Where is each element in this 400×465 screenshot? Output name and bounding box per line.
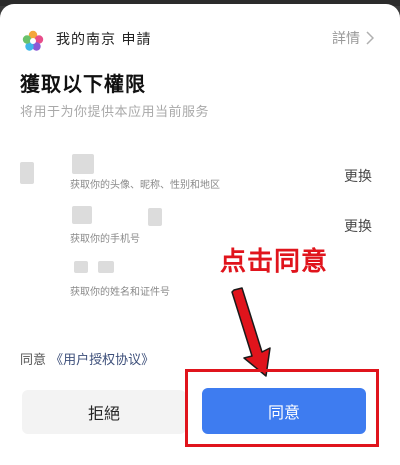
blurred-info xyxy=(74,261,88,273)
details-link[interactable]: 詳情 xyxy=(332,28,374,48)
app-logo-icon xyxy=(22,30,44,51)
app-name: 我的南京 申請 xyxy=(56,32,152,48)
permission-label: 获取你的手机号 xyxy=(70,234,140,245)
permission-label: 获取你的头像、昵称、性别和地区 xyxy=(70,180,220,191)
permission-label: 获取你的姓名和证件号 xyxy=(70,287,170,298)
permission-row-profile: 获取你的头像、昵称、性别和地区 更换 xyxy=(0,150,400,191)
page-subtitle: 将用于为你提供本应用当前服务 xyxy=(20,105,210,120)
reject-button[interactable]: 拒絕 xyxy=(22,390,186,434)
change-button-phone[interactable]: 更换 xyxy=(344,216,372,236)
chevron-right-icon xyxy=(366,31,374,45)
blurred-info xyxy=(98,261,114,273)
agreement-line: 同意 《用户授权协议》 xyxy=(20,349,154,368)
agree-highlight-box xyxy=(185,369,379,447)
blurred-info xyxy=(72,206,92,224)
permission-row-phone: 获取你的手机号 更换 xyxy=(0,204,400,245)
arrow-down-icon xyxy=(231,287,271,377)
page-title: 獲取以下權限 xyxy=(20,72,146,96)
blurred-avatar xyxy=(20,162,34,184)
blurred-info xyxy=(148,208,162,226)
permission-row-identity: 获取你的姓名和证件号 xyxy=(0,259,400,299)
agreement-prefix: 同意 xyxy=(20,353,47,368)
details-label: 詳情 xyxy=(332,31,360,47)
user-agreement-link[interactable]: 《用户授权协议》 xyxy=(50,353,154,368)
change-button-profile[interactable]: 更换 xyxy=(344,166,372,186)
blurred-info xyxy=(72,154,94,174)
annotation-callout: 点击同意 xyxy=(220,247,329,277)
